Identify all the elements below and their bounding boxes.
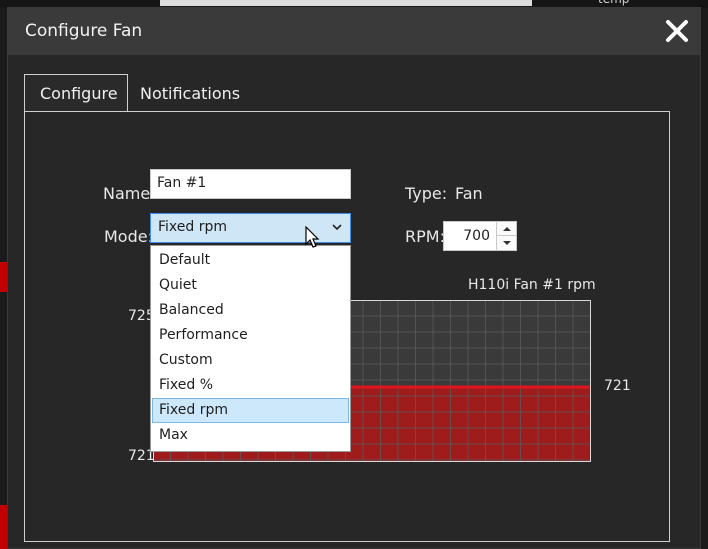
close-button[interactable]	[662, 16, 692, 46]
rpm-input[interactable]: 700	[443, 221, 517, 251]
type-label: Type:	[405, 184, 448, 203]
name-input-value: Fan #1	[157, 175, 207, 191]
mode-option-fixed[interactable]: Fixed %	[152, 373, 349, 398]
background-red-indicator	[0, 262, 7, 292]
rpm-increment-button[interactable]	[496, 222, 516, 236]
mode-option-performance[interactable]: Performance	[152, 323, 349, 348]
title-bar: Configure Fan	[8, 8, 700, 55]
mode-option-max[interactable]: Max	[152, 423, 349, 448]
type-value: Fan	[455, 184, 483, 203]
arrow-down-icon	[502, 241, 511, 245]
mode-option-custom[interactable]: Custom	[152, 348, 349, 373]
mode-option-fixed-rpm[interactable]: Fixed rpm	[152, 398, 349, 423]
mode-dropdown-list: Default Quiet Balanced Performance Custom Fix…	[150, 245, 351, 452]
mouse-cursor-icon	[305, 226, 320, 248]
mode-option-balanced[interactable]: Balanced	[152, 298, 349, 323]
tab-notifications[interactable]: Notifications	[125, 74, 255, 112]
name-input[interactable]: Fan #1	[150, 169, 351, 199]
close-icon	[666, 20, 688, 42]
tab-configure-label: Configure	[40, 84, 118, 103]
tab-notifications-label: Notifications	[140, 83, 241, 103]
arrow-up-icon	[502, 226, 511, 231]
rpm-decrement-button[interactable]	[496, 236, 516, 250]
mode-select-value: Fixed rpm	[158, 219, 228, 235]
name-label: Name:	[103, 184, 156, 203]
background-temp-label: temp	[598, 0, 629, 6]
background-panel	[160, 0, 532, 6]
chart-title: H110i Fan #1 rpm	[468, 277, 596, 293]
current-value-label: 721	[604, 378, 631, 394]
mode-option-quiet[interactable]: Quiet	[152, 273, 349, 298]
chevron-down-icon	[332, 224, 342, 231]
dialog-title: Configure Fan	[25, 21, 143, 41]
rpm-value: 700	[463, 228, 490, 244]
background-red-indicator	[0, 505, 7, 549]
tab-configure[interactable]: Configure	[24, 74, 128, 112]
mode-label: Mode:	[104, 227, 153, 246]
rpm-label: RPM:	[405, 227, 445, 246]
mode-option-default[interactable]: Default	[152, 248, 349, 273]
